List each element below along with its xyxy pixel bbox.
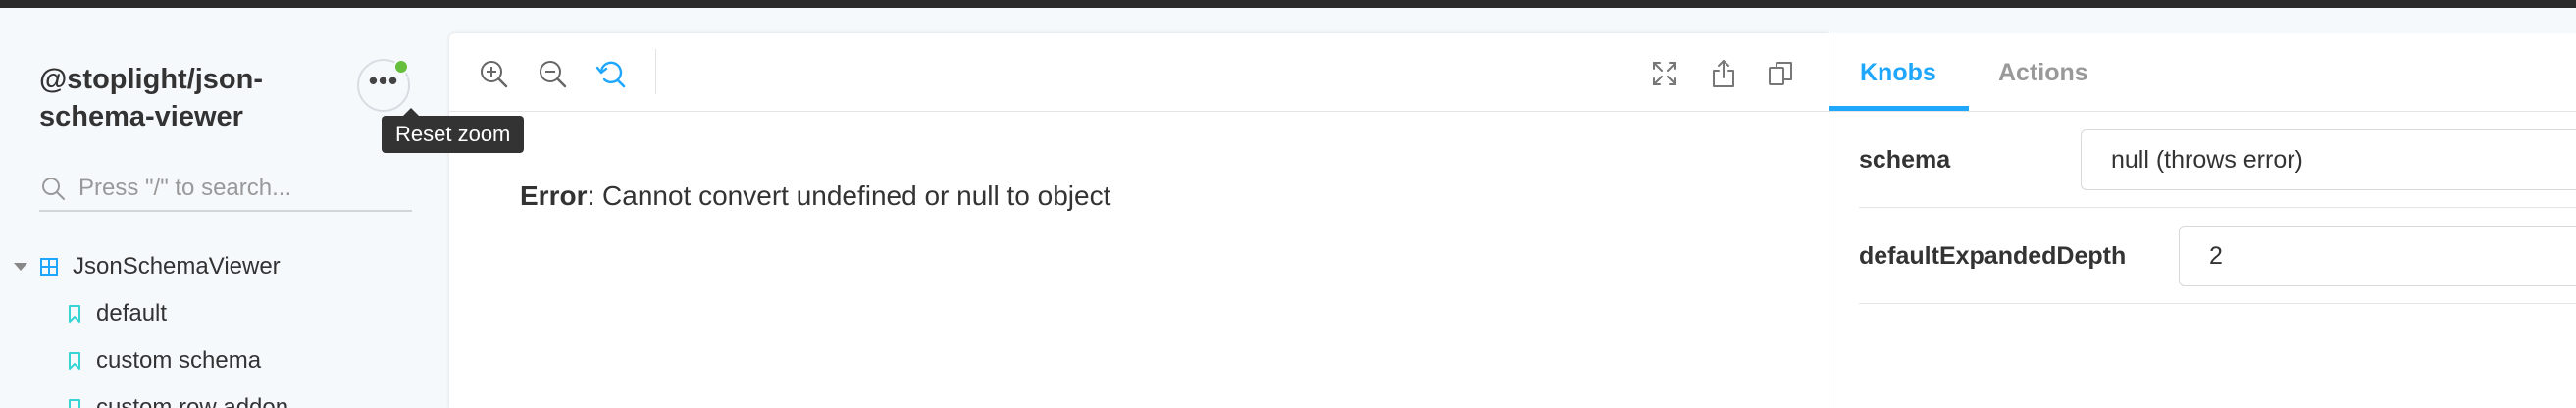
reset-zoom-tooltip: Reset zoom bbox=[382, 108, 525, 153]
bookmark-icon bbox=[69, 399, 80, 408]
sidebar: @stoplight/json-schema-viewer ••• JsonSc… bbox=[0, 8, 449, 408]
error-message: Error: Cannot convert undefined or null … bbox=[520, 180, 1110, 212]
preview-panel: Error: Cannot convert undefined or null … bbox=[449, 33, 1829, 408]
tree-item-story[interactable]: custom row addon bbox=[67, 388, 288, 408]
tree-item-label: custom schema bbox=[96, 347, 262, 374]
bookmark-icon bbox=[69, 352, 80, 370]
fullscreen-icon bbox=[1653, 62, 1676, 85]
tree-item-label: default bbox=[96, 300, 168, 327]
more-icon: ••• bbox=[368, 66, 399, 95]
search-input[interactable] bbox=[78, 171, 408, 206]
window-top-bar bbox=[0, 0, 2576, 8]
error-text: : Cannot convert undefined or null to ob… bbox=[587, 180, 1111, 211]
bookmark-icon bbox=[69, 305, 80, 323]
reset-zoom-icon bbox=[595, 61, 626, 88]
share-button[interactable] bbox=[1707, 57, 1740, 90]
knob-row-default-expanded-depth: defaultExpandedDepth 2 bbox=[1859, 208, 2576, 304]
error-label: Error bbox=[520, 180, 588, 211]
copy-icon bbox=[1769, 62, 1792, 85]
fullscreen-button[interactable] bbox=[1648, 57, 1681, 90]
zoom-in-button[interactable] bbox=[477, 57, 510, 90]
addons-tabs: Knobs Actions bbox=[1829, 33, 2576, 112]
brand-title[interactable]: @stoplight/json-schema-viewer bbox=[39, 61, 353, 135]
tab-actions[interactable]: Actions bbox=[1998, 33, 2088, 112]
knob-label: schema bbox=[1859, 146, 1951, 174]
tree-item-story[interactable]: default bbox=[67, 294, 167, 333]
tree-item-label: custom row addon bbox=[96, 394, 289, 408]
chevron-down-icon bbox=[14, 263, 27, 271]
tab-knobs[interactable]: Knobs bbox=[1860, 33, 1936, 112]
notification-dot bbox=[393, 59, 409, 75]
toolbar-divider bbox=[655, 49, 656, 94]
zoom-out-icon bbox=[540, 61, 567, 88]
search-box bbox=[39, 169, 412, 212]
addons-panel: Knobs Actions schema null (throws error)… bbox=[1829, 33, 2576, 408]
preview-toolbar bbox=[449, 33, 1829, 112]
tree-item-story[interactable]: custom schema bbox=[67, 341, 261, 381]
knob-row-schema: schema null (throws error) bbox=[1859, 112, 2576, 208]
schema-select[interactable]: null (throws error) bbox=[2081, 129, 2576, 190]
active-tab-indicator bbox=[1829, 106, 1969, 111]
tree-item-component[interactable]: JsonSchemaViewer bbox=[14, 247, 281, 286]
search-icon bbox=[42, 178, 65, 200]
reset-zoom-button[interactable] bbox=[594, 57, 628, 90]
copy-link-button[interactable] bbox=[1764, 57, 1797, 90]
menu-button[interactable]: ••• bbox=[357, 59, 410, 112]
share-icon bbox=[1713, 60, 1734, 87]
tree-item-label: JsonSchemaViewer bbox=[73, 253, 281, 280]
component-icon bbox=[40, 258, 58, 276]
zoom-in-icon bbox=[481, 61, 508, 88]
default-expanded-depth-input[interactable]: 2 bbox=[2179, 226, 2576, 286]
knob-label: defaultExpandedDepth bbox=[1859, 242, 2127, 270]
zoom-out-button[interactable] bbox=[536, 57, 569, 90]
